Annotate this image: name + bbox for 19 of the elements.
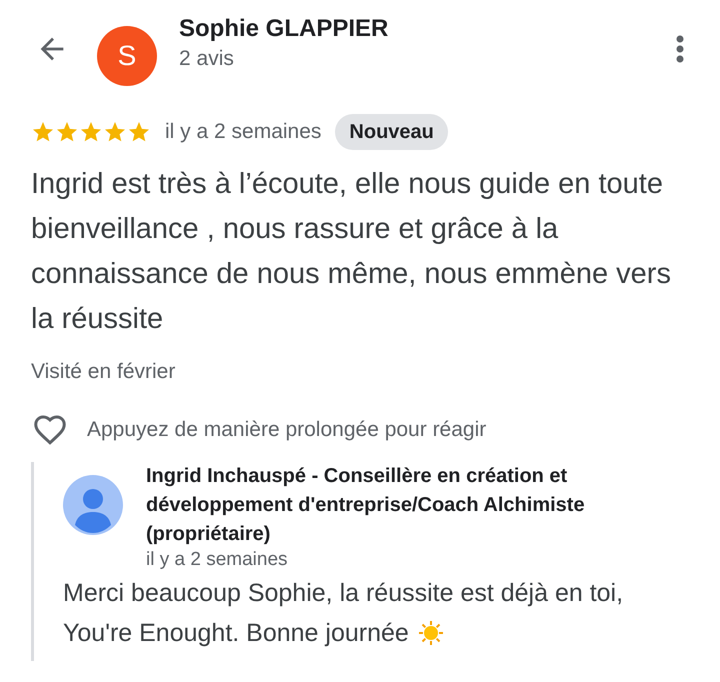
review-count: 2 avis [179, 46, 235, 72]
reviewer-avatar: S [97, 26, 157, 86]
reaction-hint: Appuyez de manière prolongée pour réagir [87, 416, 486, 443]
star-icon [79, 120, 103, 144]
reply-text: You're Enought. Bonne journée [63, 618, 409, 648]
review-time: il y a 2 semaines [165, 119, 322, 146]
sun-icon [416, 618, 445, 646]
new-badge: Nouveau [335, 114, 448, 150]
star-icon [127, 120, 151, 144]
star-icon [55, 120, 79, 144]
reply-time: il y a 2 semaines [146, 548, 289, 570]
owner-name: Ingrid Inchauspé - Conseillère en création et développement d'entreprise/Coach Alchimiste (propriétaire) [146, 464, 586, 546]
review-text: Ingrid est très à l’écoute, elle nous guide en toute bienveillance , nous rassure et grâce à la connaissance de nous même, nous emmène vers la réussite [30, 167, 672, 337]
owner-avatar-icon [63, 475, 123, 535]
star-icon [31, 120, 55, 144]
reviewer-name: Sophie GLAPPIER [179, 14, 388, 44]
star-icon [103, 120, 127, 144]
reply-text: Merci beaucoup Sophie, la réussite est déjà en toi, [63, 578, 624, 608]
visit-date: Visité en février [30, 359, 176, 385]
